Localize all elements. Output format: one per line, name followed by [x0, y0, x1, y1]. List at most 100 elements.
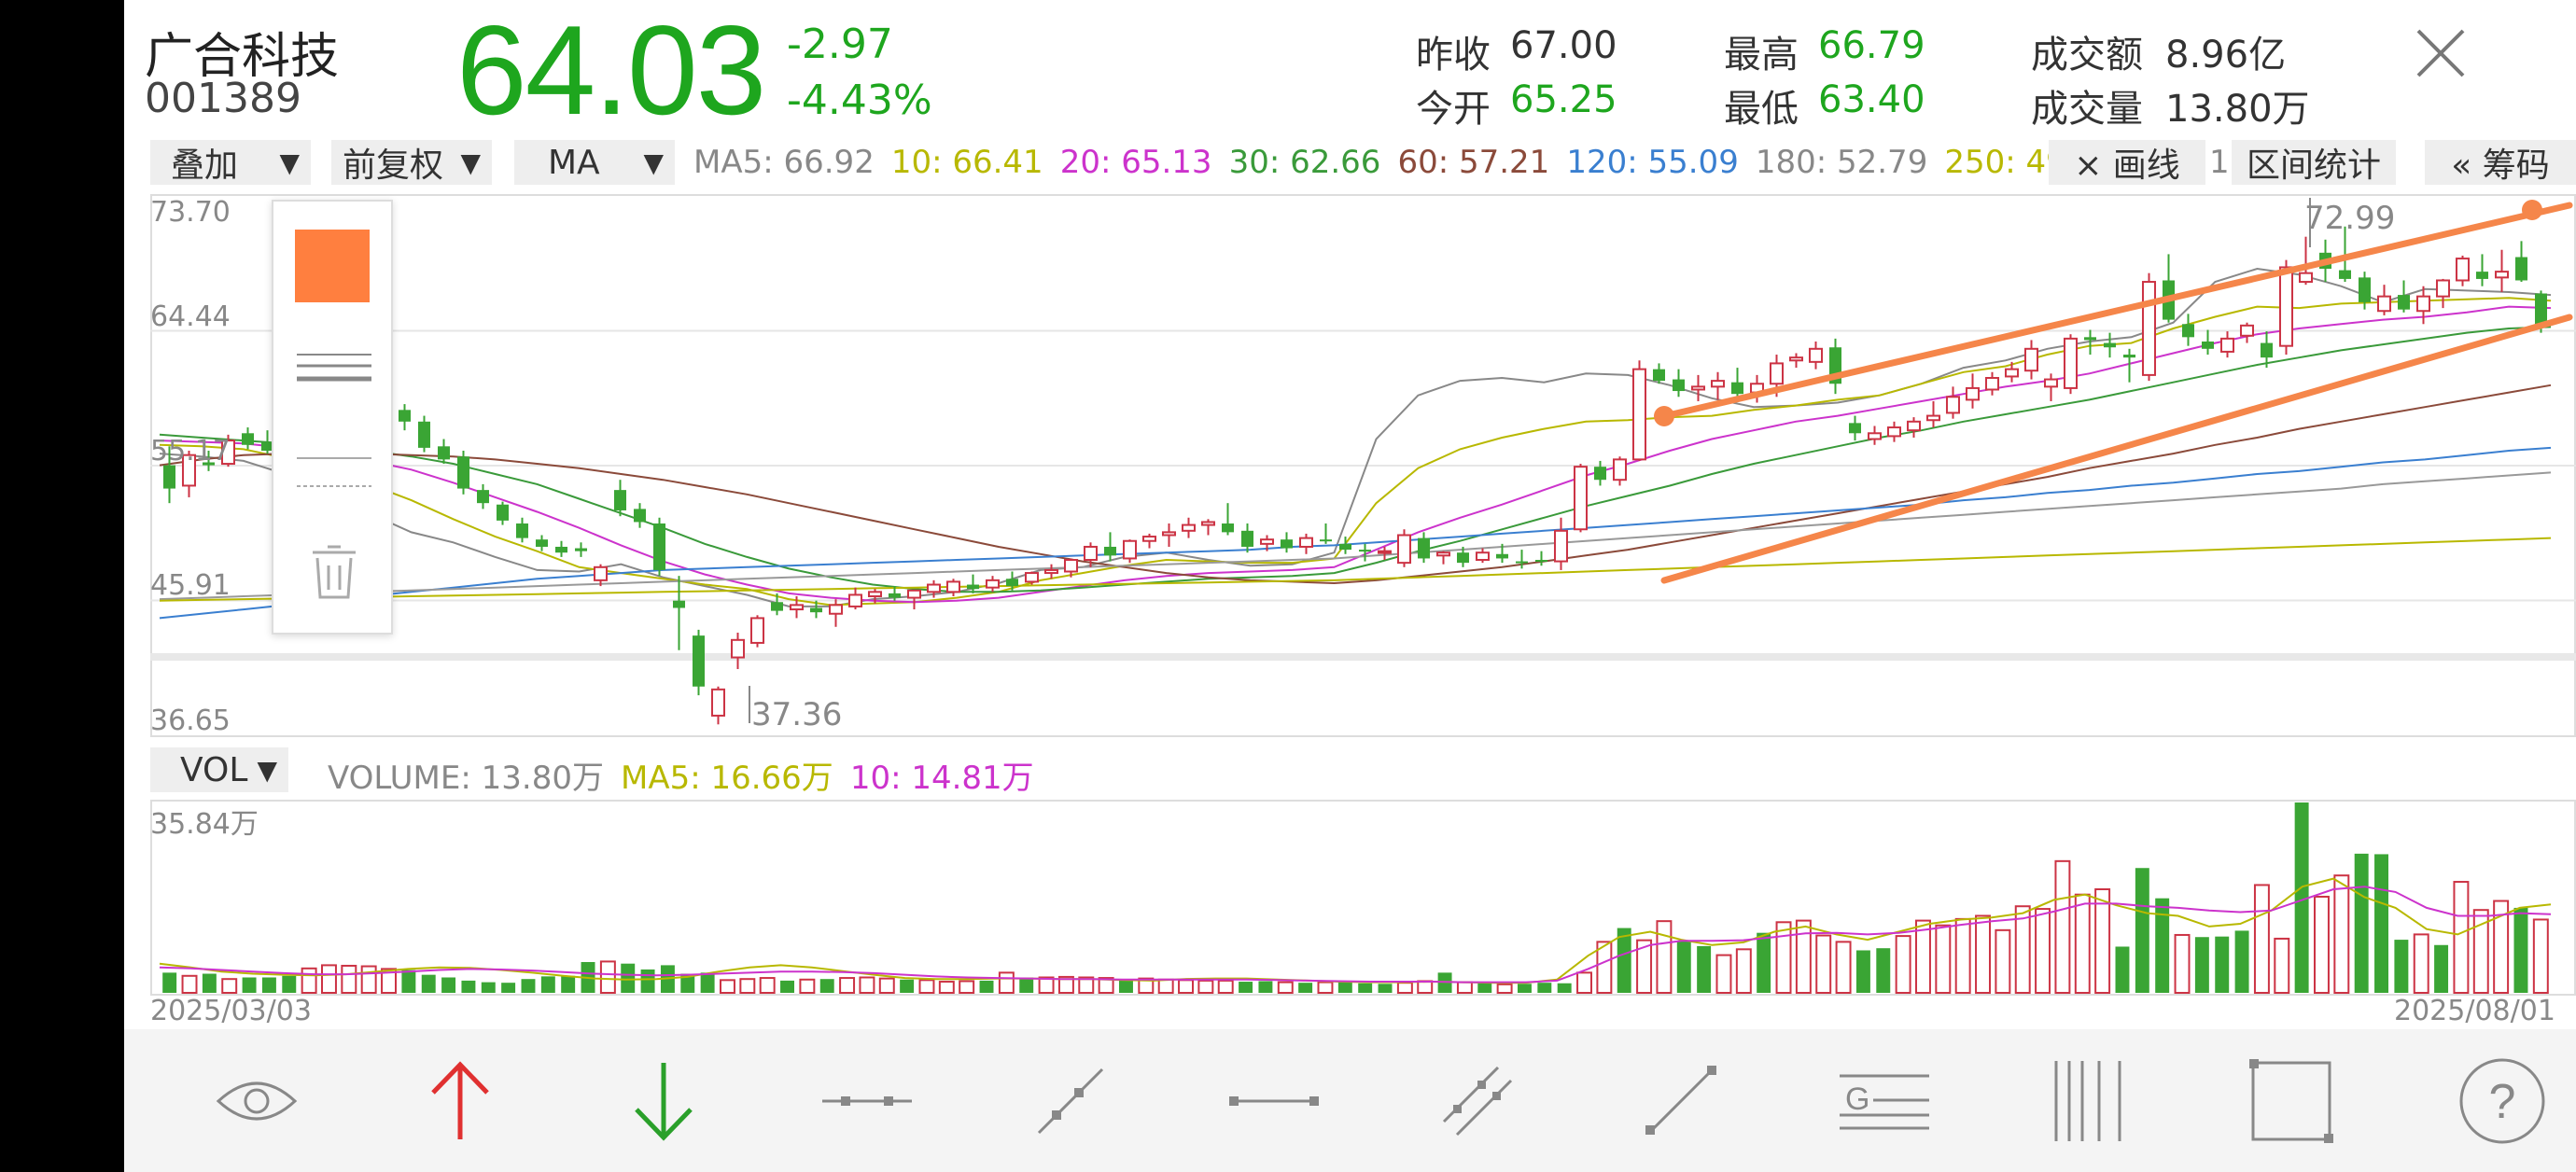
candle-body — [1456, 552, 1470, 564]
trendline-handle — [1654, 406, 1674, 426]
candle-body — [1122, 539, 1138, 560]
candle-body — [535, 539, 549, 547]
trash-icon[interactable] — [311, 545, 357, 601]
candle-body — [926, 583, 942, 593]
candle-body — [1710, 380, 1726, 388]
ray-line-icon — [1037, 1067, 1104, 1134]
candle-body — [476, 490, 490, 504]
down-arrow-icon — [635, 1062, 693, 1141]
y-tick-label: 36.65 — [150, 705, 231, 737]
candle-body — [2435, 279, 2451, 298]
candle-body — [398, 410, 412, 422]
candle-body — [2181, 324, 2195, 338]
segment-line-icon — [822, 1095, 912, 1106]
candle-body — [1867, 432, 1883, 440]
start-date-label: 2025/03/03 — [150, 995, 312, 1027]
candle-body — [2260, 342, 2274, 358]
candle-body — [1319, 539, 1333, 542]
candle-body — [1259, 538, 1275, 545]
candle-body — [2358, 277, 2372, 302]
candle-body — [162, 465, 176, 489]
svg-text:?: ? — [2489, 1075, 2516, 1129]
candle-body — [1612, 458, 1628, 481]
candle-body — [613, 490, 627, 510]
candle-body — [1925, 414, 1941, 422]
line-width-icon[interactable] — [295, 351, 373, 398]
y-tick-label: 73.70 — [150, 196, 231, 229]
candle-body — [809, 607, 823, 613]
candle-body — [1417, 537, 1431, 559]
candle-body — [2004, 368, 2020, 378]
toolbar-parallel[interactable] — [1384, 1029, 1571, 1172]
candle-body — [1886, 426, 1902, 438]
candle-body — [710, 688, 726, 717]
line-style-icon[interactable] — [295, 449, 373, 495]
candle-body — [2298, 272, 2314, 284]
candle-body — [593, 565, 609, 581]
candle-body — [1534, 560, 1548, 563]
candle-body — [1396, 534, 1412, 565]
candle-body — [2376, 295, 2392, 313]
toolbar-gann[interactable]: G — [1791, 1029, 1978, 1172]
toolbar-rect[interactable] — [2198, 1029, 2385, 1172]
candle-body — [2475, 272, 2489, 279]
toolbar-help[interactable]: ? — [2409, 1029, 2576, 1172]
color-swatch[interactable] — [295, 230, 370, 302]
candle-body — [652, 523, 666, 570]
candle-body — [2103, 342, 2117, 348]
horizontal-line-icon — [1229, 1095, 1319, 1106]
candle-body — [1221, 523, 1235, 533]
vol-legend: VOLUME: 13.80万 MA5: 16.66万 10: 14.81万 — [328, 752, 1051, 798]
candle-body — [888, 593, 902, 598]
candle-body — [2023, 347, 2039, 372]
ma-line-ma250 — [159, 537, 2552, 602]
candle-body — [1769, 362, 1785, 385]
candle-body — [1495, 553, 1509, 559]
candle-body — [1593, 467, 1607, 481]
candle-body — [945, 580, 961, 593]
candle-body — [2534, 293, 2548, 326]
trendline-upper — [1660, 202, 2573, 420]
ma-line-ma60 — [159, 384, 2552, 585]
low-annotation: 37.36 — [751, 696, 843, 733]
candle-body — [1181, 523, 1197, 532]
candle-body — [867, 591, 883, 598]
toolbar-eye[interactable] — [163, 1029, 350, 1172]
toolbar-vlines[interactable] — [1995, 1029, 2181, 1172]
candle-body — [985, 579, 1001, 589]
candle-body — [1161, 531, 1177, 537]
vol-indicator-dropdown[interactable]: VOL ▼ — [150, 747, 288, 792]
candle-body — [437, 446, 451, 460]
candle-body — [730, 638, 746, 659]
candle-body — [1848, 423, 1862, 434]
trendline-handle — [2522, 200, 2542, 220]
candle-body — [2219, 337, 2235, 353]
candle-body — [1945, 396, 1961, 414]
volume-chart-frame — [150, 800, 2576, 996]
candle-body — [692, 635, 706, 687]
ma-line-ma5 — [159, 267, 2552, 607]
candle-body — [1475, 551, 1491, 562]
toolbar-down-arrow[interactable] — [570, 1029, 757, 1172]
candle-body — [1024, 572, 1040, 583]
candle-body — [515, 523, 529, 538]
candle-body — [906, 589, 922, 599]
up-arrow-icon — [431, 1060, 489, 1139]
candle-body — [2122, 355, 2136, 358]
candle-body — [2141, 281, 2157, 376]
parallel-channel-icon — [1442, 1066, 1513, 1136]
vol-indicator-label: VOL — [180, 750, 248, 789]
toolbar-hline[interactable] — [1181, 1029, 1367, 1172]
toolbar-ray[interactable] — [977, 1029, 1164, 1172]
candle-body — [1690, 385, 1706, 391]
svg-text:G: G — [1845, 1081, 1869, 1117]
toolbar-up-arrow[interactable] — [367, 1029, 553, 1172]
toolbar-line[interactable] — [1588, 1029, 1774, 1172]
candle-body — [1965, 386, 1981, 401]
candle-body — [1730, 382, 1744, 395]
toolbar-segment[interactable] — [774, 1029, 960, 1172]
ma-line-ma30 — [159, 326, 2552, 593]
candle-body — [1435, 551, 1451, 557]
help-icon: ? — [2459, 1058, 2545, 1143]
candle-body — [1298, 537, 1314, 548]
